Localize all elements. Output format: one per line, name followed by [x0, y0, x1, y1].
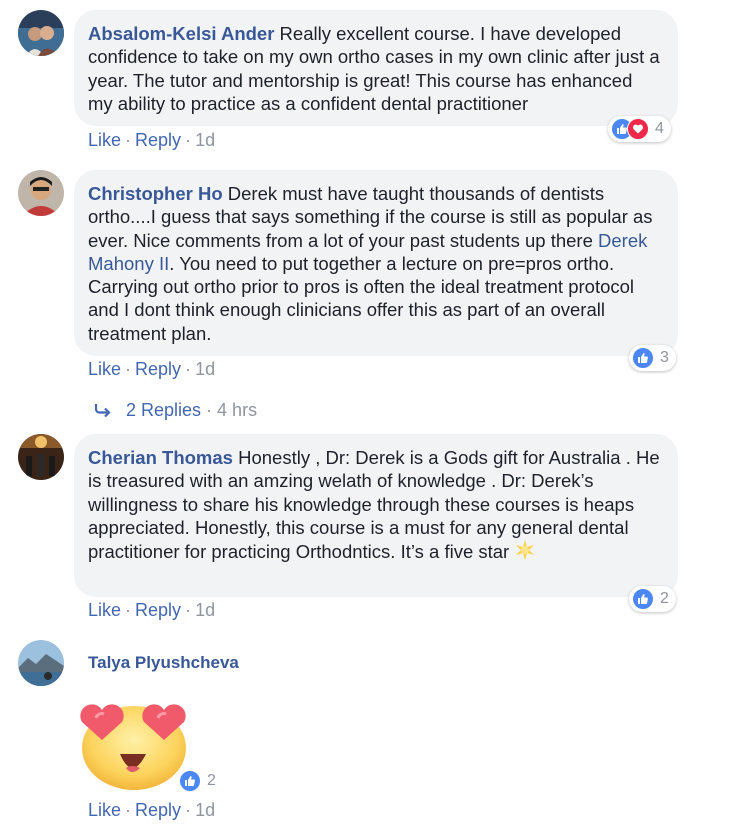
reply-button[interactable]: Reply	[135, 800, 181, 820]
comment-author[interactable]: Cherian Thomas	[88, 447, 233, 468]
like-button[interactable]: Like	[88, 800, 121, 820]
like-button[interactable]: Like	[88, 600, 121, 620]
comment-actions: Like · Reply · 1d	[88, 800, 216, 820]
comment-time[interactable]: 1d	[195, 600, 215, 620]
comment-time[interactable]: 1d	[195, 800, 215, 820]
avatar[interactable]	[18, 640, 64, 686]
thumbs-up-icon	[632, 588, 654, 610]
replies-count[interactable]: 2 Replies	[126, 400, 201, 420]
comment-author[interactable]: Absalom-Kelsi Ander	[88, 23, 274, 44]
comment-actions: Like · Reply · 1d	[88, 130, 216, 150]
comment-text-continued: . You need to put together a lecture on …	[88, 252, 635, 344]
thumbs-up-icon	[632, 347, 654, 369]
comment-actions: Like · Reply · 1d	[88, 600, 216, 620]
reply-button[interactable]: Reply	[135, 600, 181, 620]
heart-icon	[627, 118, 649, 140]
reaction-count: 3	[660, 349, 669, 366]
avatar[interactable]	[18, 170, 64, 216]
reply-button[interactable]: Reply	[135, 130, 181, 150]
reaction-count: 4	[655, 120, 664, 137]
replies-time: 4 hrs	[217, 400, 258, 420]
reply-arrow-icon	[94, 404, 111, 418]
thumbs-up-icon	[179, 770, 201, 792]
comment-author[interactable]: Christopher Ho	[88, 183, 223, 204]
reaction-summary[interactable]: 4	[608, 116, 671, 142]
comment-author[interactable]: Talya Plyushcheva	[88, 653, 239, 673]
reaction-count: 2	[660, 590, 669, 607]
comment-bubble: Absalom-Kelsi Ander Really excellent cou…	[74, 10, 678, 126]
reaction-count: 2	[207, 772, 216, 789]
avatar[interactable]	[18, 434, 64, 480]
reply-button[interactable]: Reply	[135, 359, 181, 379]
comment-bubble: Christopher Ho Derek must have taught th…	[74, 170, 678, 356]
heart-eyes-emoji-icon	[74, 696, 190, 792]
comment-time[interactable]: 1d	[195, 130, 215, 150]
like-button[interactable]: Like	[88, 130, 121, 150]
avatar[interactable]	[18, 10, 64, 56]
reaction-summary[interactable]: 3	[629, 345, 676, 371]
comment-actions: Like · Reply · 1d	[88, 359, 216, 379]
view-replies-link[interactable]: 2 Replies · 4 hrs	[94, 400, 257, 421]
reaction-summary[interactable]: 2	[176, 768, 223, 794]
reaction-summary[interactable]: 2	[629, 586, 676, 612]
star-emoji-icon	[516, 540, 535, 561]
like-button[interactable]: Like	[88, 359, 121, 379]
comment-time[interactable]: 1d	[195, 359, 215, 379]
comment-bubble: Cherian Thomas Honestly , Dr: Derek is a…	[74, 434, 678, 597]
